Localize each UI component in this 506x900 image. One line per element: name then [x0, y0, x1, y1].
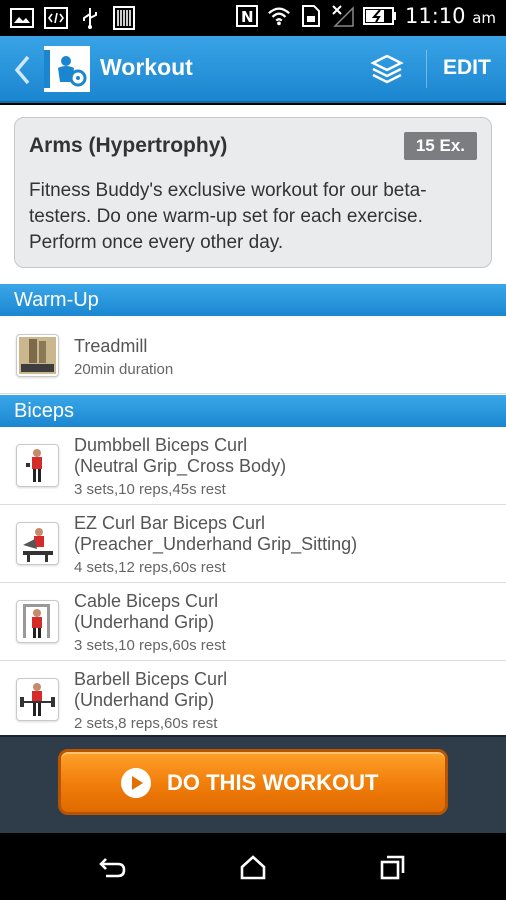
- exercise-name-variant: (Preacher_Underhand Grip_Sitting): [74, 534, 358, 554]
- status-bar: N 11:10 am: [0, 0, 506, 36]
- exercise-name-variant: (Neutral Grip_Cross Body): [74, 456, 287, 476]
- action-divider: [426, 50, 427, 88]
- battery-charging-icon: [362, 4, 397, 28]
- usb-icon: [78, 6, 102, 30]
- exercise-name: Dumbbell Biceps Curl: [74, 435, 248, 455]
- action-bar: Workout EDIT: [0, 36, 506, 103]
- exercise-detail: 3 sets,10 reps,60s rest: [74, 637, 226, 654]
- dumbbell-curl-thumbnail-icon: [16, 444, 59, 487]
- bottom-action-bar: DO THIS WORKOUT: [0, 735, 506, 833]
- home-icon[interactable]: [238, 853, 268, 881]
- barcode-icon: [112, 6, 136, 30]
- exercise-detail: 4 sets,12 reps,60s rest: [74, 559, 226, 576]
- ez-curl-thumbnail-icon: [16, 522, 59, 565]
- do-this-workout-button[interactable]: DO THIS WORKOUT: [58, 749, 448, 815]
- treadmill-thumbnail-icon: [16, 334, 59, 377]
- recent-apps-icon[interactable]: [378, 853, 408, 881]
- wifi-icon: [267, 4, 291, 28]
- svg-text:N: N: [241, 8, 254, 26]
- code-icon: [44, 6, 68, 30]
- exercise-name: Barbell Biceps Curl: [74, 669, 228, 689]
- sim-icon: [299, 4, 323, 28]
- edit-button[interactable]: EDIT: [443, 56, 491, 80]
- exercise-name-variant: (Underhand Grip): [74, 690, 215, 710]
- clock: 11:10 am: [404, 4, 496, 28]
- exercise-detail: 20min duration: [74, 361, 174, 378]
- no-signal-icon: [331, 4, 355, 28]
- barbell-curl-thumbnail-icon: [16, 678, 59, 721]
- exercise-name: Cable Biceps Curl: [74, 591, 219, 611]
- back-nav-icon[interactable]: [98, 853, 128, 881]
- exercise-detail: 3 sets,10 reps,45s rest: [74, 481, 226, 498]
- workout-content[interactable]: Arms (Hypertrophy) 15 Ex. Fitness Buddy'…: [0, 105, 506, 735]
- exercise-detail: 2 sets,8 reps,60s rest: [74, 715, 218, 732]
- layers-icon[interactable]: [370, 54, 404, 84]
- image-icon: [10, 6, 34, 30]
- section-header-warmup: Warm-Up: [0, 284, 506, 316]
- list-item[interactable]: Dumbbell Biceps Curl (Neutral Grip_Cross…: [0, 427, 506, 505]
- page-title: Workout: [100, 54, 193, 80]
- workout-title: Arms (Hypertrophy): [29, 134, 228, 157]
- section-header-biceps: Biceps: [0, 395, 506, 427]
- do-this-workout-label: DO THIS WORKOUT: [167, 770, 379, 795]
- workout-description: Fitness Buddy's exclusive workout for ou…: [29, 180, 427, 253]
- app-logo-icon[interactable]: [44, 46, 90, 92]
- list-item[interactable]: Cable Biceps Curl (Underhand Grip) 3 set…: [0, 583, 506, 661]
- navigation-bar: [0, 833, 506, 900]
- back-arrow-icon[interactable]: [12, 54, 34, 86]
- exercise-count-badge: 15 Ex.: [403, 132, 477, 160]
- exercise-name: Treadmill: [74, 336, 148, 356]
- play-icon: [121, 768, 151, 798]
- list-item[interactable]: EZ Curl Bar Biceps Curl (Preacher_Underh…: [0, 505, 506, 583]
- exercise-name-variant: (Underhand Grip): [74, 612, 215, 632]
- list-item[interactable]: Barbell Biceps Curl (Underhand Grip) 2 s…: [0, 661, 506, 735]
- cable-curl-thumbnail-icon: [16, 600, 59, 643]
- list-item[interactable]: Treadmill 20min duration: [0, 316, 506, 394]
- nfc-icon: N: [235, 4, 259, 28]
- exercise-name: EZ Curl Bar Biceps Curl: [74, 513, 266, 533]
- workout-summary-card: Arms (Hypertrophy) 15 Ex. Fitness Buddy'…: [14, 117, 492, 268]
